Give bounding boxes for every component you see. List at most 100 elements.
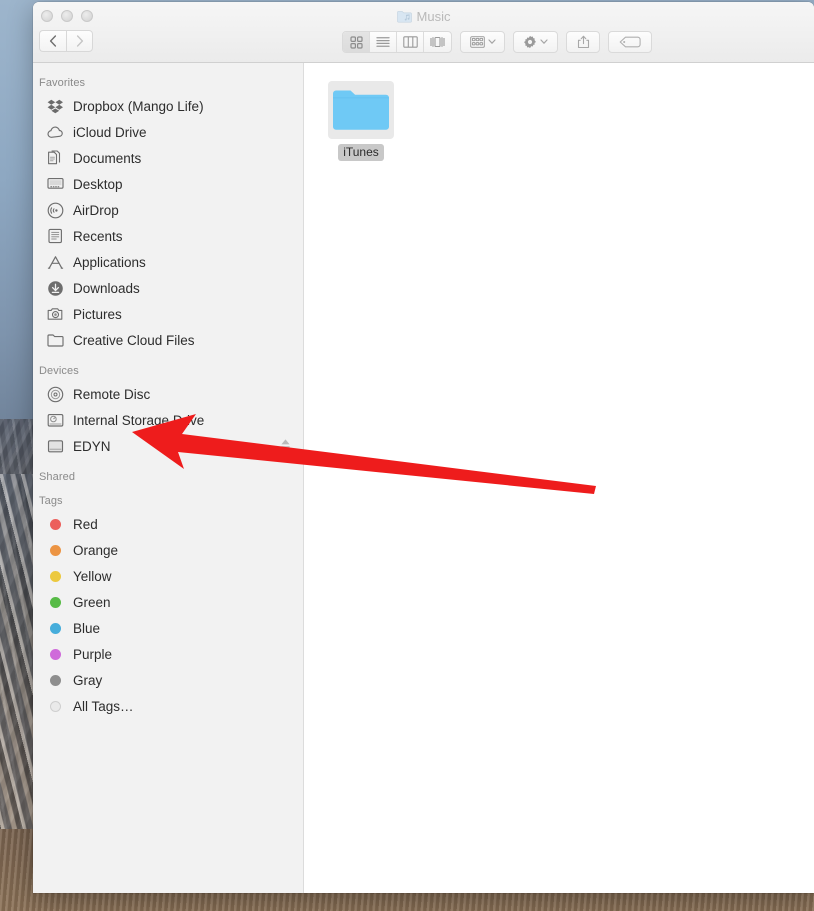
- sidebar-item-remote-disc[interactable]: Remote Disc: [33, 381, 303, 407]
- chevron-down-icon: [487, 39, 496, 44]
- sidebar-item-label: Downloads: [73, 280, 140, 296]
- sidebar-item-icloud-drive[interactable]: iCloud Drive: [33, 119, 303, 145]
- close-button[interactable]: [41, 10, 53, 22]
- eject-icon[interactable]: [280, 437, 291, 455]
- recents-icon: [47, 228, 64, 245]
- tag-dot-icon: [47, 542, 64, 559]
- tag-icon: [619, 36, 641, 48]
- window-title: Music: [33, 9, 814, 24]
- arrange-grid-icon: [469, 36, 485, 48]
- sidebar-item-tag-red[interactable]: Red: [33, 511, 303, 537]
- gear-icon: [524, 35, 536, 49]
- sidebar-item-creative-cloud-files[interactable]: Creative Cloud Files: [33, 327, 303, 353]
- tag-dot-icon: [47, 672, 64, 689]
- tag-dot-icon: [47, 516, 64, 533]
- view-mode-segmented-control: [342, 31, 452, 53]
- sidebar-item-label: Applications: [73, 254, 146, 270]
- sidebar-item-tag-orange[interactable]: Orange: [33, 537, 303, 563]
- dropbox-icon: [47, 98, 64, 115]
- arrange-button[interactable]: [460, 31, 505, 53]
- sidebar-item-documents[interactable]: Documents: [33, 145, 303, 171]
- file-browser-content[interactable]: iTunes: [304, 63, 814, 893]
- edit-tags-button[interactable]: [608, 31, 652, 53]
- sidebar-item-label: Dropbox (Mango Life): [73, 98, 204, 114]
- list-view-button[interactable]: [370, 32, 397, 52]
- sidebar-item-downloads[interactable]: Downloads: [33, 275, 303, 301]
- desktop-icon: [47, 176, 64, 193]
- tag-dot-icon: [47, 594, 64, 611]
- documents-icon: [47, 149, 64, 167]
- window-titlebar[interactable]: Music: [33, 2, 814, 63]
- icon-view-button[interactable]: [343, 32, 370, 52]
- sidebar-item-dropbox[interactable]: Dropbox (Mango Life): [33, 93, 303, 119]
- sidebar-item-label: All Tags…: [73, 698, 134, 714]
- sidebar-item-label: AirDrop: [73, 202, 119, 218]
- sidebar-item-tag-yellow[interactable]: Yellow: [33, 563, 303, 589]
- forward-button[interactable]: [66, 30, 93, 52]
- sidebar-section-header-devices: Devices: [39, 365, 79, 377]
- column-view-button[interactable]: [397, 32, 424, 52]
- window-body: Favorites Dropbox (Mango Life) iCloud Dr…: [33, 63, 814, 893]
- file-item-itunes[interactable]: iTunes: [322, 75, 400, 161]
- sidebar-item-tag-blue[interactable]: Blue: [33, 615, 303, 641]
- chevron-left-icon: [49, 35, 57, 47]
- sidebar-section-header-shared: Shared: [39, 471, 76, 483]
- music-folder-icon: [396, 11, 412, 23]
- sidebar-item-label: Creative Cloud Files: [73, 332, 195, 348]
- finder-window: Music Favorites Dropbox (Mango Life) iCl…: [33, 2, 814, 893]
- share-icon: [577, 35, 589, 49]
- sidebar-item-label: Documents: [73, 150, 142, 166]
- sidebar-item-applications[interactable]: Applications: [33, 249, 303, 275]
- toolbar: [342, 31, 652, 53]
- chevron-right-icon: [76, 35, 83, 47]
- sidebar-item-all-tags[interactable]: All Tags…: [33, 693, 303, 719]
- file-item-label: iTunes: [338, 144, 384, 161]
- tag-dot-icon: [47, 646, 64, 663]
- sidebar-item-label: Pictures: [73, 306, 122, 322]
- sidebar-item-edyn[interactable]: EDYN: [33, 433, 303, 459]
- pictures-icon: [47, 306, 64, 323]
- icloud-icon: [47, 124, 64, 141]
- sidebar-item-label: Orange: [73, 542, 119, 558]
- sidebar-item-tag-green[interactable]: Green: [33, 589, 303, 615]
- sidebar-item-tag-gray[interactable]: Gray: [33, 667, 303, 693]
- sidebar-item-airdrop[interactable]: AirDrop: [33, 197, 303, 223]
- tag-dot-icon: [47, 568, 64, 585]
- sidebar-item-label: EDYN: [73, 438, 111, 454]
- chevron-down-icon: [540, 39, 548, 44]
- sidebar-item-desktop[interactable]: Desktop: [33, 171, 303, 197]
- traffic-lights: [41, 10, 93, 22]
- sidebar-item-label: Recents: [73, 228, 123, 244]
- sidebar-section-header-tags: Tags: [39, 495, 63, 507]
- zoom-button[interactable]: [81, 10, 93, 22]
- sidebar-item-label: iCloud Drive: [73, 124, 147, 140]
- airdrop-icon: [47, 202, 64, 219]
- sidebar-item-label: Desktop: [73, 176, 123, 192]
- applications-icon: [47, 254, 64, 271]
- minimize-button[interactable]: [61, 10, 73, 22]
- sidebar-section-header-favorites: Favorites: [39, 77, 86, 89]
- share-button[interactable]: [566, 31, 600, 53]
- list-lines-icon: [376, 37, 390, 47]
- sidebar-item-pictures[interactable]: Pictures: [33, 301, 303, 327]
- sidebar-item-label: Internal Storage Drive: [73, 412, 205, 428]
- sidebar-item-label: Purple: [73, 646, 113, 662]
- sidebar[interactable]: Favorites Dropbox (Mango Life) iCloud Dr…: [33, 63, 304, 893]
- sidebar-item-label: Remote Disc: [73, 386, 151, 402]
- sidebar-item-recents[interactable]: Recents: [33, 223, 303, 249]
- sidebar-item-tag-purple[interactable]: Purple: [33, 641, 303, 667]
- window-title-text: Music: [416, 9, 451, 24]
- action-menu-button[interactable]: [513, 31, 558, 53]
- folder-icon: [328, 81, 394, 139]
- downloads-icon: [47, 280, 64, 297]
- sidebar-item-label: Green: [73, 594, 111, 610]
- coverflow-view-button[interactable]: [424, 32, 451, 52]
- columns-icon: [402, 36, 418, 48]
- tag-dot-hollow-icon: [47, 698, 64, 715]
- back-button[interactable]: [39, 30, 66, 52]
- sidebar-item-label: Blue: [73, 620, 101, 636]
- external-drive-icon: [47, 438, 64, 455]
- sidebar-item-label: Gray: [73, 672, 103, 688]
- hard-drive-icon: [47, 412, 64, 429]
- sidebar-item-internal-storage-drive[interactable]: Internal Storage Drive: [33, 407, 303, 433]
